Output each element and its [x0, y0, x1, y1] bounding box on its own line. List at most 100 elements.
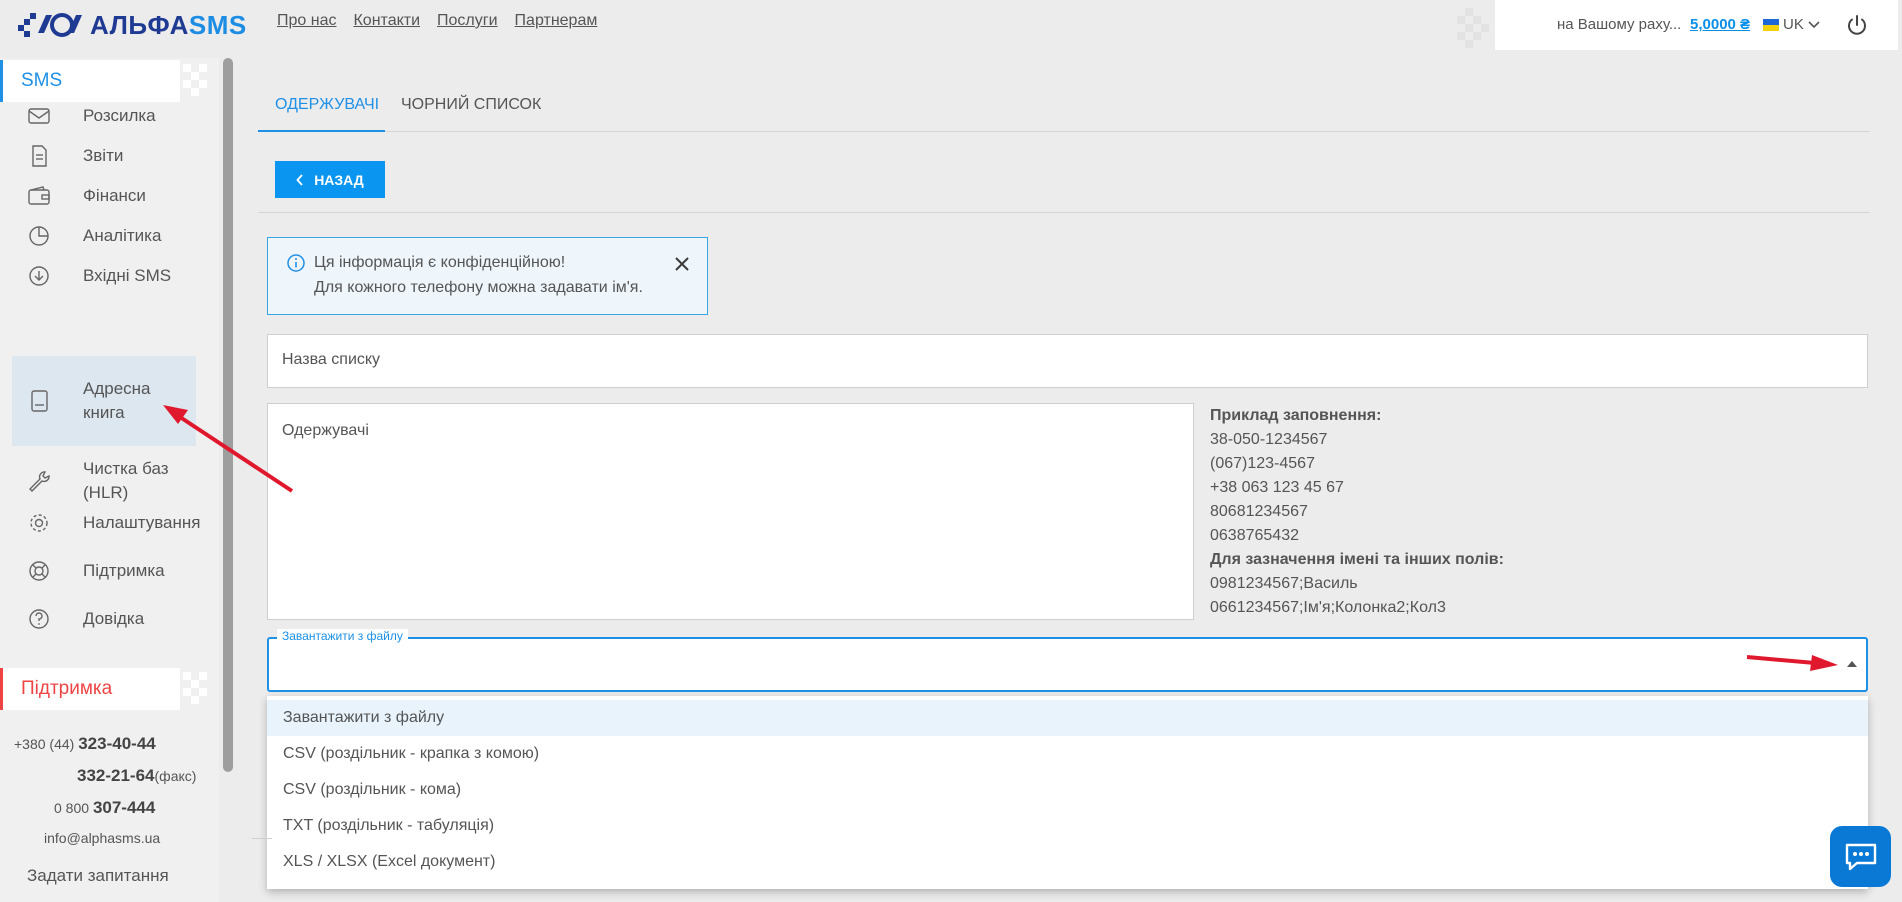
chat-bubble-icon — [1845, 843, 1876, 870]
power-icon[interactable] — [1845, 13, 1869, 37]
ask-question-link[interactable]: Задати запитання — [27, 866, 169, 886]
sidebar-item-address-book[interactable]: Адресна книга — [12, 356, 196, 446]
example-line: 0981234567;Василь — [1210, 575, 1358, 592]
nav-link-partners[interactable]: Партнерам — [515, 12, 598, 30]
decorative-pixel-icon — [183, 64, 207, 96]
account-label: на Вашому раху... — [1557, 16, 1682, 33]
sidebar-item-label: Чистка баз (HLR) — [83, 459, 169, 502]
fax-number[interactable]: 332-21-64 — [77, 766, 155, 785]
recipients-placeholder: Одержувачі — [282, 422, 369, 439]
phone-prefix: +380 (44) — [14, 736, 75, 752]
sidebar-item-label: Довідка — [83, 609, 145, 628]
sidebar-item-label: Аналітика — [83, 226, 162, 245]
top-bar: АЛЬФАSMS Про нас Контакти Послуги Партне… — [0, 0, 1902, 58]
sidebar-item-label: Фінанси — [83, 186, 146, 205]
dropdown-option-txt-tab[interactable]: TXT (роздільник - табуляція) — [267, 808, 1868, 844]
phone-row-2: 332-21-64(факс) — [77, 766, 196, 786]
tab-recipients[interactable]: ОДЕРЖУВАЧІ — [258, 96, 385, 132]
sidebar-item-reports[interactable]: Звіти — [12, 141, 196, 171]
sidebar-item-label: Розсилка — [83, 106, 156, 125]
sidebar-header-support-label: Підтримка — [21, 678, 113, 699]
gear-icon — [30, 514, 48, 532]
example-line: 80681234567 — [1210, 503, 1308, 520]
envelope-icon — [28, 108, 50, 124]
upload-select-label: Завантажити з файлу — [277, 629, 408, 643]
decorative-pixel-icon — [183, 672, 207, 704]
dropdown-option-csv-semicolon[interactable]: CSV (роздільник - крапка з комою) — [267, 736, 1868, 772]
address-book-icon — [31, 390, 48, 412]
sidebar-item-label: Вхідні SMS — [83, 266, 172, 285]
top-nav: Про нас Контакти Послуги Партнерам — [277, 12, 597, 30]
ukraine-flag-icon — [1763, 18, 1779, 31]
phone-row-3: 0 800 307-444 — [54, 798, 155, 818]
upload-dropdown-menu: Завантажити з файлу CSV (роздільник - кр… — [267, 696, 1868, 889]
sidebar-item-mailing[interactable]: Розсилка — [12, 101, 196, 131]
back-button-label: НАЗАД — [314, 171, 364, 188]
decorative-pixel-icon — [1457, 8, 1489, 48]
dropdown-option-xls-xlsx[interactable]: XLS / XLSX (Excel документ) — [267, 844, 1868, 880]
example-title-2: Для зазначення імені та інших полів: — [1210, 551, 1504, 568]
phone-row-1: +380 (44) 323-40-44 — [14, 734, 156, 754]
account-balance-link[interactable]: 5,0000 ₴ — [1690, 16, 1750, 33]
fax-suffix: (факс) — [154, 768, 197, 784]
sidebar-header-sms: SMS — [0, 60, 207, 102]
example-line: 38-050-1234567 — [1210, 431, 1328, 448]
sidebar-item-support[interactable]: Підтримка — [12, 556, 196, 586]
sidebar-item-settings[interactable]: Налаштування — [12, 508, 201, 538]
language-selector[interactable]: UK — [1763, 16, 1820, 33]
info-text-line2: Для кожного телефону можна задавати ім'я… — [314, 279, 643, 296]
divider — [258, 212, 1870, 213]
phone-prefix: 0 800 — [54, 800, 90, 816]
phone-number[interactable]: 323-40-44 — [78, 734, 156, 753]
chevron-down-icon — [1808, 20, 1820, 28]
sidebar-item-help[interactable]: Довідка — [12, 604, 196, 634]
nav-link-services[interactable]: Послуги — [437, 12, 498, 30]
example-line: +38 063 123 45 67 — [1210, 479, 1344, 496]
inbox-download-icon — [29, 266, 49, 286]
fill-example: Приклад заповнення: 38-050-1234567 (067)… — [1210, 404, 1540, 620]
chevron-left-icon — [296, 173, 303, 186]
sidebar-item-hlr[interactable]: Чистка баз (HLR) — [12, 456, 196, 506]
account-panel: на Вашому раху... 5,0000 ₴ UK — [1457, 0, 1898, 50]
sidebar-item-label: Налаштування — [83, 513, 201, 532]
list-name-field[interactable]: Назва списку — [267, 334, 1868, 388]
language-code: UK — [1783, 16, 1804, 33]
sidebar-item-finance[interactable]: Фінанси — [12, 181, 196, 211]
recipients-textarea[interactable]: Одержувачі — [267, 403, 1194, 620]
dropdown-option-csv-comma[interactable]: CSV (роздільник - кома) — [267, 772, 1868, 808]
support-email[interactable]: info@alphasms.ua — [44, 830, 160, 846]
example-line: (067)123-4567 — [1210, 455, 1315, 472]
sidebar-header-sms-label: SMS — [21, 70, 63, 91]
sidebar-item-incoming-sms[interactable]: Вхідні SMS — [12, 261, 196, 291]
nav-link-contacts[interactable]: Контакти — [353, 12, 420, 30]
tab-blacklist[interactable]: ЧОРНИЙ СПИСОК — [401, 96, 541, 132]
list-name-placeholder: Назва списку — [282, 351, 381, 368]
sidebar-item-analytics[interactable]: Аналітика — [12, 221, 196, 251]
info-text-line1: Ця інформація є конфіденційною! — [314, 254, 566, 271]
dropdown-option-upload-from-file[interactable]: Завантажити з файлу — [267, 700, 1868, 736]
close-icon[interactable] — [672, 254, 692, 274]
phone-number[interactable]: 307-444 — [93, 798, 155, 817]
chat-widget-button[interactable] — [1830, 826, 1891, 887]
document-icon — [32, 145, 47, 167]
example-title: Приклад заповнення: — [1210, 407, 1382, 424]
logo-mark-icon — [18, 13, 82, 37]
pie-chart-icon — [29, 226, 49, 246]
example-line: 0661234567;Ім'я;Колонка2;Кол3 — [1210, 599, 1446, 616]
example-line: 0638765432 — [1210, 527, 1299, 544]
caret-up-icon[interactable] — [1847, 661, 1857, 667]
logo-text: АЛЬФАSMS — [90, 9, 247, 40]
logo[interactable]: АЛЬФАSMS — [18, 10, 247, 40]
upload-from-file-select[interactable]: Завантажити з файлу — [267, 629, 1868, 692]
back-button[interactable]: НАЗАД — [275, 161, 385, 198]
sidebar-item-label: Звіти — [83, 146, 124, 165]
nav-link-about[interactable]: Про нас — [277, 12, 336, 30]
wallet-icon — [28, 186, 50, 205]
sidebar-item-label: Підтримка — [83, 561, 165, 580]
divider — [252, 838, 272, 839]
lifebuoy-icon — [29, 561, 49, 581]
sidebar-header-support: Підтримка — [0, 668, 207, 710]
sidebar-scrollbar[interactable] — [223, 58, 233, 772]
info-icon — [287, 254, 305, 272]
wrench-icon — [29, 471, 50, 492]
